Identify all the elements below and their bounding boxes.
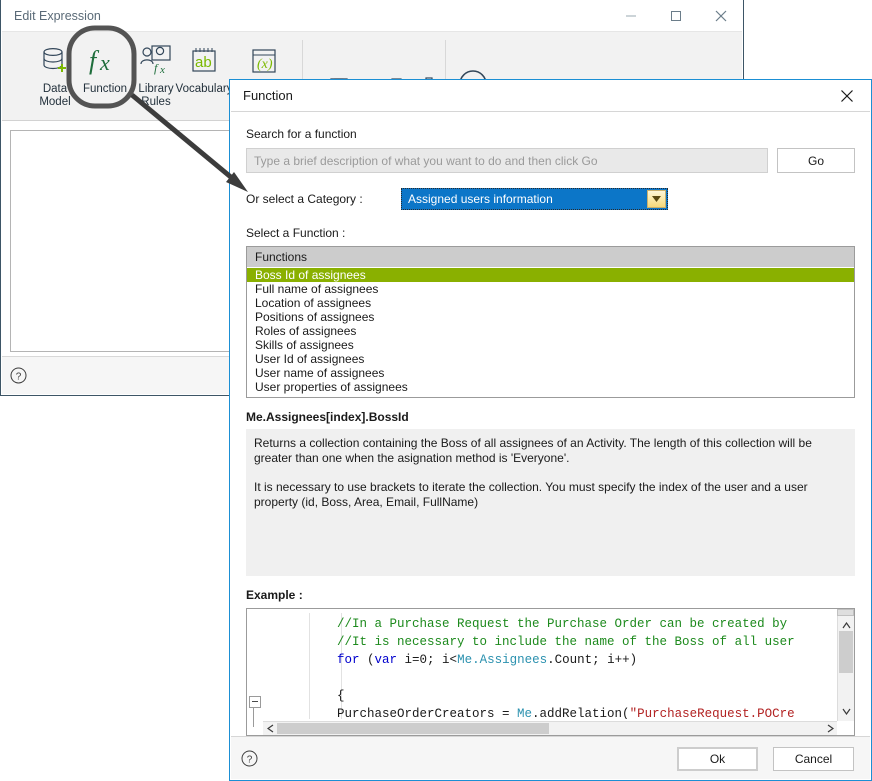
code-gutter [247,609,264,727]
svg-text:x: x [99,50,110,75]
code-token: //In a Purchase Request the Purchase Ord… [337,617,788,631]
code-line: for (var i=0; i<Me.Assignees.Count; i++) [337,651,836,669]
code-token: Me [517,707,533,719]
list-item[interactable]: User name of assignees [247,366,854,380]
code-token: Me.Assignees [457,653,548,667]
example-label: Example : [246,588,303,602]
function-dialog: Function Search for a function Type a br… [229,79,872,781]
example-code-box[interactable]: //In a Purchase Request the Purchase Ord… [246,608,855,736]
category-selected-value: Assigned users information [403,190,647,208]
code-token: for [337,653,368,667]
vertical-scroll-thumb[interactable] [839,631,853,673]
code-vertical-scrollbar[interactable] [837,609,854,721]
maximize-icon[interactable] [653,0,698,31]
category-select[interactable]: Assigned users information [401,188,668,210]
code-token: .Count; i++) [547,653,638,667]
dialog-footer: ? Ok Cancel [231,736,870,779]
code-token: { [337,689,345,703]
code-token: ( [367,653,375,667]
code-indent-guide [309,613,310,719]
scroll-down-icon[interactable] [838,703,854,719]
toolbar-item-vocabulary[interactable]: ab Vocabulary [173,42,235,96]
dialog-body: Search for a function Type a brief descr… [231,111,870,736]
list-item[interactable]: Location of assignees [247,296,854,310]
list-item[interactable]: User properties of assignees [247,380,854,394]
code-token: "PurchaseRequest.POCre [629,707,795,719]
list-item[interactable]: Positions of assignees [247,310,854,324]
category-row: Or select a Category : Assigned users in… [246,188,855,210]
svg-text:f: f [89,46,100,75]
notepad-ab-icon: ab [173,42,235,80]
search-label: Search for a function [246,127,357,141]
list-item[interactable]: Skills of assignees [247,338,854,352]
code-line: { [337,687,836,705]
function-list-label: Select a Function : [246,226,346,240]
search-input[interactable]: Type a brief description of what you wan… [246,148,768,173]
toolbar-label-line2: Model [39,96,71,108]
description-paragraph: It is necessary to use brackets to itera… [254,480,808,509]
scroll-right-icon[interactable] [823,722,837,736]
dialog-titlebar: Function [230,80,871,111]
code-horizontal-scrollbar[interactable] [263,721,837,735]
code-line: //It is necessary to include the name of… [337,633,836,651]
horizontal-scroll-thumb[interactable] [277,723,549,734]
scrollbar-corner [837,609,854,616]
category-label: Or select a Category : [246,192,363,206]
list-item[interactable]: Roles of assignees [247,324,854,338]
scroll-left-icon[interactable] [263,722,277,736]
close-icon[interactable] [831,83,863,109]
code-token: var [374,653,405,667]
list-item[interactable]: Boss Id of assignees [247,268,854,282]
code-token: //It is necessary to include the name of… [337,635,795,649]
window-titlebar: Edit Expression [1,0,743,31]
toolbar-label-line1: Vocabulary [175,83,233,95]
svg-text:(x): (x) [257,57,273,72]
svg-text:ab: ab [195,54,212,71]
search-row: Type a brief description of what you wan… [246,148,855,173]
svg-text:f: f [154,61,159,75]
svg-text:?: ? [247,754,253,765]
code-token: i=0; i< [404,653,458,667]
toolbar-item-variable[interactable]: (x) [233,42,295,83]
minimize-icon[interactable] [608,0,653,31]
svg-text:?: ? [16,371,22,382]
code-fold-toggle[interactable] [249,696,261,708]
ok-button[interactable]: Ok [677,747,758,771]
chevron-down-icon[interactable] [647,190,666,208]
cancel-button[interactable]: Cancel [773,747,854,771]
description-paragraph: Returns a collection containing the Boss… [254,436,812,465]
window-title: Edit Expression [14,8,101,23]
function-list-column-header: Functions [247,247,854,268]
code-line: //In a Purchase Request the Purchase Ord… [337,615,836,633]
help-circle-icon[interactable]: ? [10,367,27,384]
dialog-title: Function [243,88,293,103]
list-item[interactable]: Full name of assignees [247,282,854,296]
code-line: PurchaseOrderCreators = Me.addRelation("… [337,705,836,719]
list-item[interactable]: User Id of assignees [247,352,854,366]
code-fold-line [253,707,254,727]
code-token: .addRelation( [532,707,630,719]
help-circle-icon[interactable]: ? [241,750,258,767]
function-list[interactable]: Functions Boss Id of assignees Full name… [246,246,855,398]
svg-text:x: x [159,64,165,76]
variable-x-icon: (x) [233,42,295,80]
function-description: Returns a collection containing the Boss… [246,429,855,576]
close-icon[interactable] [698,0,743,31]
window-controls [608,0,743,31]
function-signature: Me.Assignees[index].BossId [246,410,409,424]
go-button[interactable]: Go [777,148,855,173]
code-token: PurchaseOrderCreators = [337,707,518,719]
example-code-text: //In a Purchase Request the Purchase Ord… [337,615,836,719]
toolbar-label-line2: Rules [141,96,171,108]
